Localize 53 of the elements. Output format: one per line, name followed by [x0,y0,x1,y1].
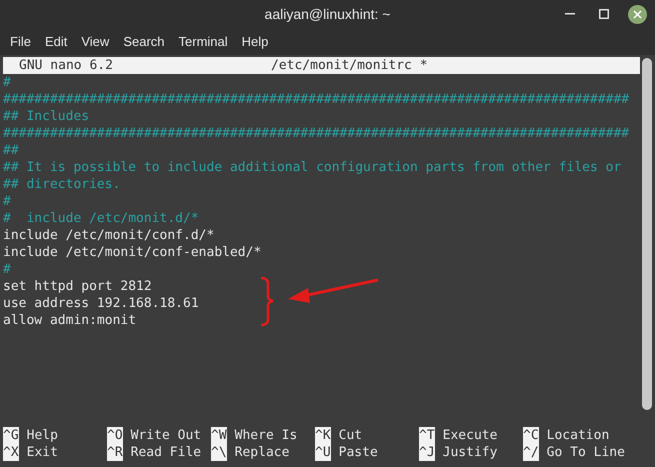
shortcut-label: Where Is [234,427,298,444]
code-line: include /etc/monit/conf-enabled/* [3,244,262,261]
comment-line: ## It is possible to include additional configuration parts from other files or [3,159,622,176]
menu-item[interactable]: File [3,32,38,52]
nano-version: GNU nano 6.2 [19,57,114,74]
comment-line: # [3,193,11,210]
comment-line: ## Includes [3,108,90,125]
shortcut-label: Replace [234,444,290,461]
shortcut-key: ^\ [211,444,227,461]
code-line: use address 192.168.18.61 [3,295,199,312]
shortcut-key: ^/ [523,444,539,461]
comment-line: # [3,261,11,278]
file-name: /etc/monit/monitrc * [271,57,428,74]
minimize-icon [565,13,575,15]
shortcut-label: Location [546,427,610,444]
shortcut-key: ^R [107,444,123,461]
window-title: aaliyan@linuxhint: ~ [264,4,390,24]
menu-item[interactable]: Search [116,32,172,52]
shortcut-label: Read File [130,444,202,461]
scrollbar[interactable] [642,58,652,410]
code-line: include /etc/monit/conf.d/* [3,227,214,244]
comment-line: # include /etc/monit.d/* [3,210,199,227]
comment-line: # [3,74,11,91]
shortcut-label: Paste [338,444,378,461]
menu-item[interactable]: View [74,32,116,52]
shortcut-key: ^X [3,444,19,461]
menu-item[interactable]: Help [234,32,276,52]
code-line: set httpd port 2812 [3,278,152,295]
code-line: allow admin:monit [3,312,136,329]
menu-item[interactable]: Edit [38,32,74,52]
shortcut-key: ^K [315,427,331,444]
shortcut-label: Exit [26,444,58,461]
close-button[interactable] [628,4,647,24]
shortcut-label: Go To Line [546,444,625,461]
maximize-icon [599,9,609,19]
shortcut-key: ^U [315,444,331,461]
shortcut-key: ^C [523,427,539,444]
comment-line: ################################################################################ [3,125,630,142]
comment-line: ################################################################################ [3,91,630,108]
shortcut-label: Justify [442,444,498,461]
comment-line: ## directories. [3,176,120,193]
close-icon [633,10,642,18]
shortcut-key: ^J [419,444,435,461]
shortcut-label: Write Out [130,427,202,444]
shortcut-label: Help [26,427,58,444]
comment-line: ## [3,142,19,159]
shortcut-key: ^G [3,427,19,444]
shortcut-key: ^O [107,427,123,444]
shortcut-key: ^T [419,427,435,444]
shortcut-label: Cut [338,427,362,444]
shortcut-label: Execute [442,427,498,444]
menu-item[interactable]: Terminal [172,32,235,52]
shortcut-key: ^W [211,427,227,444]
